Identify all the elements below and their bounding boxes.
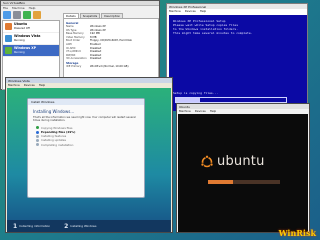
menu-machine[interactable]: Machine bbox=[8, 83, 20, 87]
tab-snapshots[interactable]: Snapshots bbox=[79, 13, 101, 18]
ubuntu-menubar: Machine Devices Help bbox=[177, 109, 309, 113]
ubuntu-logo: ubuntu bbox=[200, 154, 265, 169]
boot-progress-fill bbox=[208, 180, 234, 184]
progress-dot-icon bbox=[36, 130, 39, 134]
ubuntu-circle-of-friends-icon bbox=[200, 154, 214, 167]
menu-machine[interactable]: Machine bbox=[12, 6, 25, 10]
vista-install-screen[interactable]: Install Windows Installing Windows... Th… bbox=[7, 88, 171, 232]
setup-status: Setup is copying files... bbox=[173, 91, 219, 95]
ubuntu-os-icon bbox=[5, 23, 12, 30]
menu-devices[interactable]: Devices bbox=[195, 109, 206, 113]
xp-vm-window: Windows XP Professional Machine Devices … bbox=[166, 3, 308, 111]
install-heading: Installing Windows... bbox=[33, 109, 75, 114]
check-icon bbox=[36, 126, 39, 130]
menu-devices[interactable]: Devices bbox=[24, 83, 35, 87]
phase-label: Collecting information bbox=[19, 224, 51, 228]
install-step: Completing installation bbox=[36, 143, 136, 147]
xp-menubar: Machine Devices Help bbox=[167, 9, 307, 13]
step-label: Completing installation bbox=[41, 142, 74, 147]
pending-dot-icon bbox=[36, 134, 39, 138]
tab-description[interactable]: Description bbox=[101, 13, 124, 18]
install-phase-bar: 1 Collecting information 2 Installing Wi… bbox=[7, 220, 171, 232]
pending-dot-icon bbox=[36, 139, 39, 143]
vista-window-title: Windows Vista bbox=[8, 78, 30, 83]
vista-menubar: Machine Devices Help bbox=[6, 83, 172, 87]
vm-list-item-selected[interactable]: Windows XP Running bbox=[3, 45, 59, 57]
xp-os-icon bbox=[5, 47, 12, 54]
boot-progress-bar bbox=[208, 180, 280, 184]
watermark-logo: WinRisk bbox=[278, 228, 316, 238]
menu-help[interactable]: Help bbox=[29, 6, 36, 10]
vista-os-icon bbox=[5, 35, 12, 42]
new-vm-icon[interactable] bbox=[3, 11, 11, 19]
menu-help[interactable]: Help bbox=[39, 83, 45, 87]
vm-state: Running bbox=[14, 50, 25, 54]
setup-line: This might take several minutes to compl… bbox=[173, 31, 253, 35]
vm-state: Running bbox=[14, 38, 25, 42]
vm-state: Powered Off bbox=[14, 26, 30, 30]
vm-list-item[interactable]: Windows Vista Running bbox=[3, 33, 59, 45]
menu-machine[interactable]: Machine bbox=[179, 109, 191, 113]
menu-machine[interactable]: Machine bbox=[169, 9, 181, 13]
install-windows-dialog: Install Windows Installing Windows... Th… bbox=[27, 98, 145, 198]
start-vm-icon[interactable] bbox=[23, 11, 31, 19]
install-note: That's all the information we need right… bbox=[33, 116, 136, 123]
menu-help[interactable]: Help bbox=[200, 9, 206, 13]
install-phase: 2 Installing Windows bbox=[64, 223, 96, 230]
phase-number: 1 bbox=[13, 222, 18, 230]
menu-devices[interactable]: Devices bbox=[185, 9, 196, 13]
settings-icon[interactable] bbox=[13, 11, 21, 19]
discard-icon[interactable] bbox=[33, 11, 41, 19]
detail-value: WinXP.vdi (Normal, 10.00 GB) bbox=[90, 64, 129, 68]
ubuntu-boot-screen[interactable]: ubuntu bbox=[178, 114, 308, 232]
tab-details[interactable]: Details bbox=[63, 13, 79, 18]
detail-value: Disabled bbox=[90, 57, 102, 61]
ubuntu-window-title: Ubuntu bbox=[179, 104, 190, 109]
phase-number: 2 bbox=[64, 222, 69, 230]
menu-file[interactable]: File bbox=[3, 6, 8, 10]
vista-vm-window: Windows Vista Machine Devices Help Insta… bbox=[5, 77, 173, 233]
setup-progress-fill bbox=[176, 98, 201, 102]
detail-key: IDE Primary bbox=[66, 64, 82, 68]
ubuntu-wordmark: ubuntu bbox=[217, 154, 265, 169]
menu-help[interactable]: Help bbox=[210, 109, 216, 113]
phase-label: Installing Windows bbox=[70, 224, 97, 228]
install-phase: 1 Collecting information bbox=[13, 223, 50, 230]
ubuntu-vm-window: Ubuntu Machine Devices Help ubuntu bbox=[176, 103, 310, 233]
vbox-title: Sun VirtualBox bbox=[3, 1, 26, 5]
pending-dot-icon bbox=[36, 143, 39, 147]
xp-window-title: Windows XP Professional bbox=[169, 4, 207, 9]
xp-setup-screen[interactable]: Windows XP Professional Setup Please wai… bbox=[169, 15, 307, 111]
detail-row: IDE Primary WinXP.vdi (Normal, 10.00 GB) bbox=[66, 65, 156, 69]
install-steps: Copying Windows files Expanding files (2… bbox=[28, 123, 144, 150]
vm-list-item[interactable]: Ubuntu Powered Off bbox=[3, 21, 59, 33]
